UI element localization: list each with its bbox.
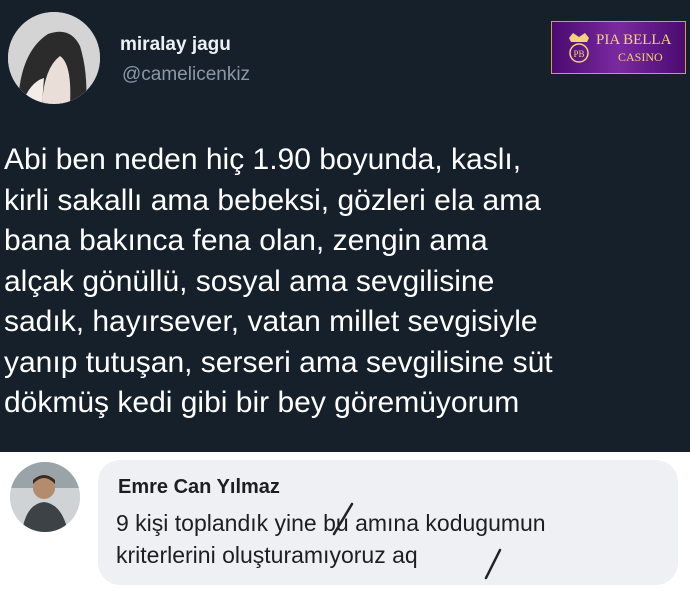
reply-bubble: Emre Can Yılmaz 9 kişi toplandık yine bu… <box>98 460 678 585</box>
tweet-text-line: Abi ben neden hiç 1.90 boyunda, kaslı, <box>4 143 522 176</box>
tweet-text-line: dökmüş kedi gibi bir bey göremüyorum <box>4 386 520 419</box>
watermark-brand: PIA BELLA <box>596 32 672 48</box>
tweet-card: miralay jagu @camelicenkiz PB PIA BELLA … <box>0 0 690 452</box>
reply-author[interactable]: Emre Can Yılmaz <box>118 476 280 499</box>
tweet-text-line: yanıp tutuşan, serseri ama sevgilisine s… <box>4 345 553 379</box>
tweet-text-line: kirli sakallı ama bebeksi, gözleri ela a… <box>4 183 541 217</box>
tweet-text-line: sadık, hayırsever, vatan millet sevgisiy… <box>4 305 538 338</box>
casino-watermark: PB PIA BELLA CASINO <box>551 21 686 74</box>
crown-emblem-icon: PB <box>569 33 589 63</box>
reply-text-line: kriterlerini oluşturamıyoruz aq <box>116 542 418 568</box>
tweet-display-name[interactable]: miralay jagu <box>120 34 231 56</box>
tweet-text: Abi ben neden hiç 1.90 boyunda, kaslı, k… <box>4 140 684 424</box>
reply-text-line: 9 kişi toplandık yine bu amına kodugumun <box>116 510 546 536</box>
tweet-text-line: alçak gönüllü, sosyal ama sevgilisine <box>4 264 495 298</box>
tweet-avatar[interactable] <box>8 12 100 104</box>
watermark-subtitle: CASINO <box>618 50 663 64</box>
tweet-text-line: bana bakınca fena olan, zengin ama <box>4 224 488 257</box>
watermark-monogram: PB <box>573 49 584 59</box>
reply-avatar[interactable] <box>10 462 80 532</box>
reply-text: 9 kişi toplandık yine bu amına kodugumun… <box>116 507 666 571</box>
tweet-handle[interactable]: @camelicenkiz <box>122 64 250 86</box>
